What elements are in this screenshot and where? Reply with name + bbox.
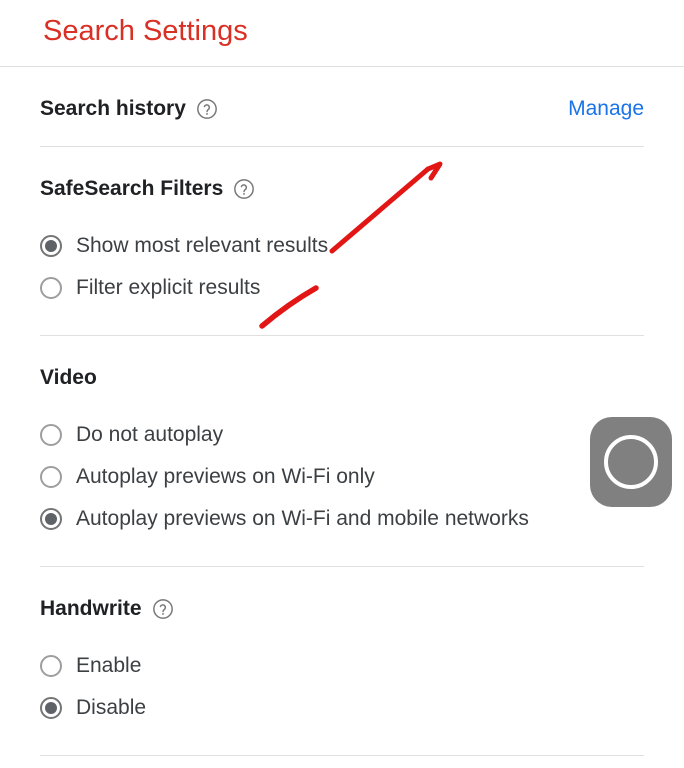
divider bbox=[40, 755, 644, 756]
handwrite-options: Enable Disable bbox=[40, 641, 644, 755]
manage-link[interactable]: Manage bbox=[568, 97, 644, 121]
page-title: Search Settings bbox=[0, 0, 684, 66]
radio-option-filter-explicit[interactable]: Filter explicit results bbox=[40, 267, 644, 309]
radio-option-relevant[interactable]: Show most relevant results bbox=[40, 225, 644, 267]
safesearch-heading: SafeSearch Filters bbox=[40, 177, 223, 201]
radio-label: Disable bbox=[76, 696, 146, 720]
video-options: Do not autoplay Autoplay previews on Wi-… bbox=[40, 410, 644, 566]
voice-search-button[interactable] bbox=[590, 417, 672, 507]
radio-label: Show most relevant results bbox=[76, 234, 328, 258]
radio-option-autoplay-all[interactable]: Autoplay previews on Wi-Fi and mobile ne… bbox=[40, 498, 644, 540]
help-icon[interactable] bbox=[233, 178, 255, 200]
radio-icon bbox=[40, 508, 62, 530]
radio-option-enable[interactable]: Enable bbox=[40, 645, 644, 687]
handwrite-heading: Handwrite bbox=[40, 597, 142, 621]
history-heading: Search history bbox=[40, 97, 186, 121]
radio-option-no-autoplay[interactable]: Do not autoplay bbox=[40, 414, 644, 456]
radio-label: Filter explicit results bbox=[76, 276, 260, 300]
radio-option-autoplay-wifi[interactable]: Autoplay previews on Wi-Fi only bbox=[40, 456, 644, 498]
radio-option-disable[interactable]: Disable bbox=[40, 687, 644, 729]
radio-label: Autoplay previews on Wi-Fi only bbox=[76, 465, 375, 489]
radio-label: Autoplay previews on Wi-Fi and mobile ne… bbox=[76, 507, 529, 531]
radio-icon bbox=[40, 424, 62, 446]
circle-icon bbox=[604, 435, 658, 489]
help-icon[interactable] bbox=[196, 98, 218, 120]
radio-label: Do not autoplay bbox=[76, 423, 223, 447]
video-heading: Video bbox=[40, 366, 97, 390]
radio-icon bbox=[40, 655, 62, 677]
radio-label: Enable bbox=[76, 654, 141, 678]
radio-icon bbox=[40, 697, 62, 719]
help-icon[interactable] bbox=[152, 598, 174, 620]
radio-icon bbox=[40, 235, 62, 257]
radio-icon bbox=[40, 466, 62, 488]
radio-icon bbox=[40, 277, 62, 299]
safesearch-options: Show most relevant results Filter explic… bbox=[40, 221, 644, 335]
